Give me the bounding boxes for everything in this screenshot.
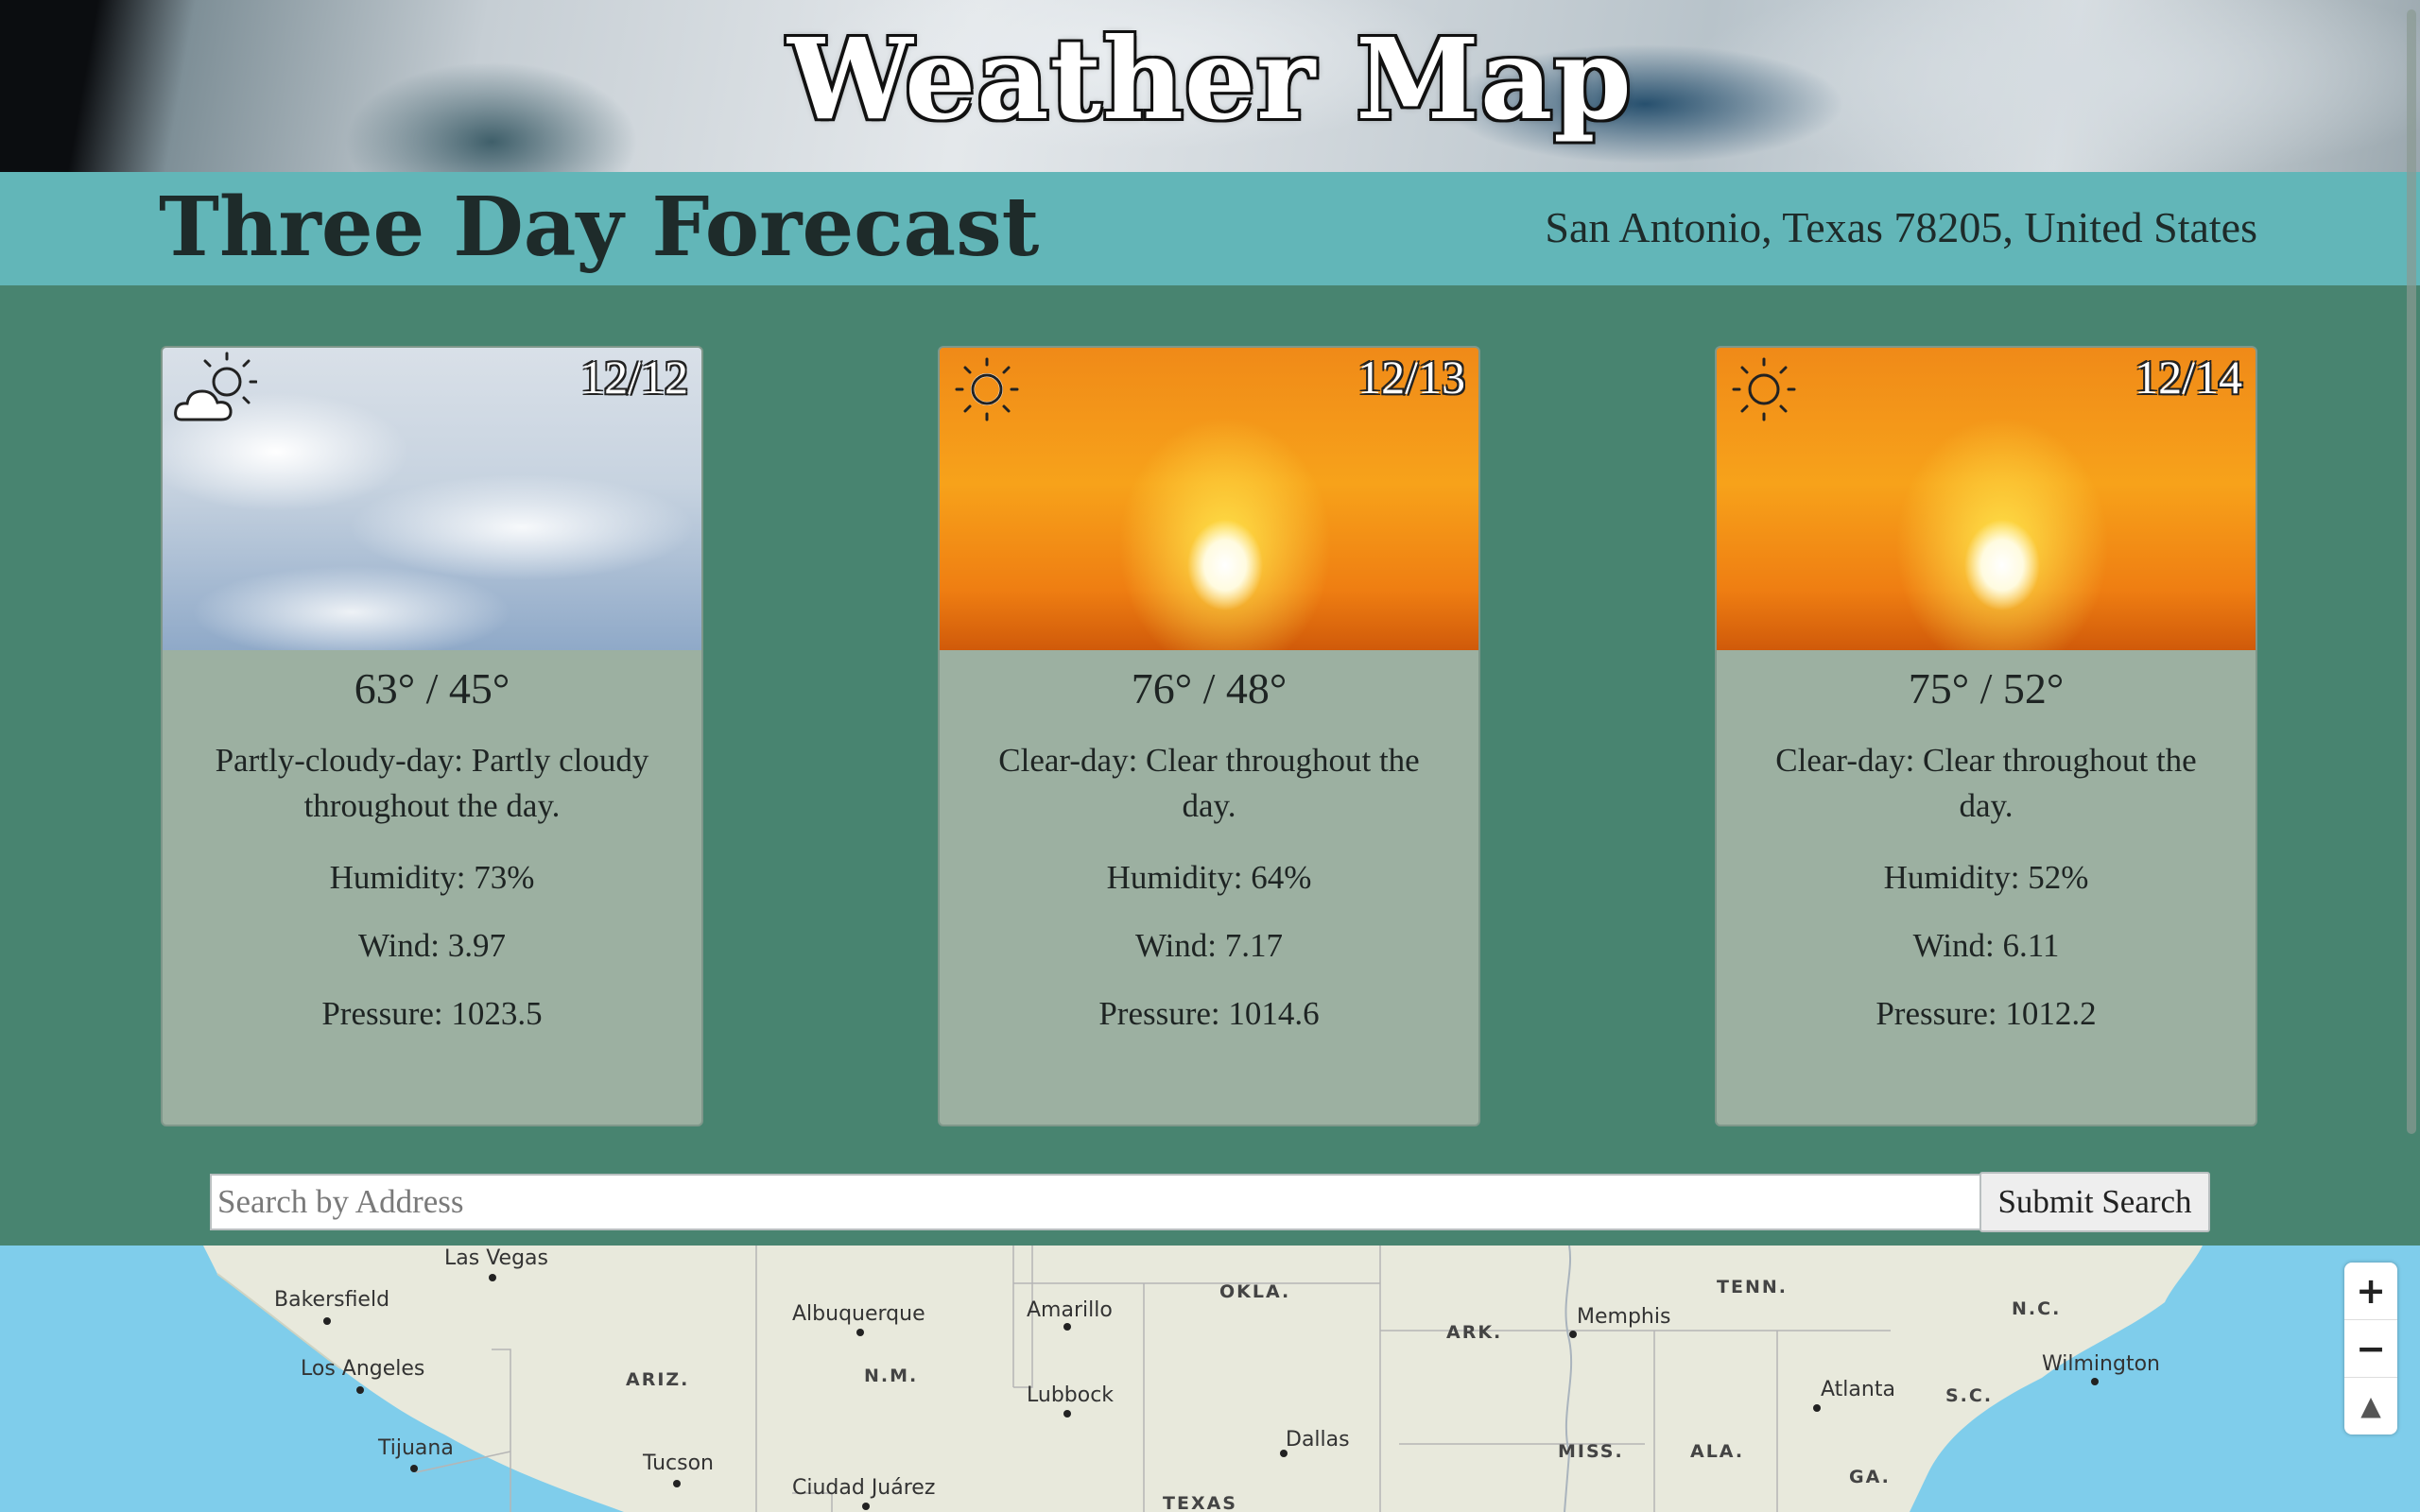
clear-day-icon [955,357,1019,421]
scrollbar-thumb[interactable] [2407,9,2416,1134]
map-state-label: ALA. [1690,1441,1745,1462]
submit-search-button[interactable]: Submit Search [1979,1172,2210,1232]
weather-summary: Clear-day: Clear throughout the day. [998,742,1420,824]
temperature-range: 76° / 48° [1131,664,1288,713]
map-city-label: Lubbock [1027,1383,1115,1407]
map-state-label: TEXAS [1163,1493,1237,1512]
wind-value: Wind: 3.97 [357,927,507,964]
humidity-value: Humidity: 52% [1883,859,2089,896]
weather-image-sunny: 12/14 [1717,348,2256,650]
pressure-value: Pressure: 1023.5 [321,995,543,1032]
zoom-in-button[interactable]: + [2344,1263,2397,1320]
zoom-out-button[interactable]: − [2344,1320,2397,1378]
page-scrollbar[interactable] [2405,0,2418,1246]
map-state-label: N.M. [864,1366,919,1386]
forecast-card-day-3: 12/14 75° / 52° Clear-day: Clear through… [1715,346,2257,1126]
map-city-label: Albuquerque [792,1302,925,1326]
weather-summary: Partly-cloudy-day: Partly cloudy through… [215,742,649,824]
map-state-label: S.C. [1945,1385,1994,1406]
map-city-label: Tijuana [378,1436,454,1460]
wind-value: Wind: 7.17 [1134,927,1284,964]
map-view[interactable]: Las Vegas Bakersfield Los Angeles Tijuan… [0,1246,2420,1512]
app-title: Weather Map [787,13,1633,145]
pressure-value: Pressure: 1012.2 [1876,995,2097,1032]
map-state-label: MISS. [1558,1441,1624,1462]
humidity-value: Humidity: 64% [1106,859,1312,896]
map-state-label: OKLA. [1219,1281,1291,1302]
map-zoom-control: + − ▲ [2344,1263,2397,1435]
map-city-label: Memphis [1577,1305,1671,1329]
map-city-label: Ciudad Juárez [792,1476,936,1500]
temperature-range: 75° / 52° [1908,664,2065,713]
header-banner: Weather Map [0,0,2420,172]
map-state-label: N.C. [2012,1298,2062,1319]
weather-image-sunny: 12/13 [940,348,1478,650]
map-city-label: Tucson [643,1452,715,1475]
map-state-label: TENN. [1717,1277,1788,1297]
compass-reset-button[interactable]: ▲ [2344,1378,2397,1435]
map-city-label: Dallas [1286,1428,1350,1452]
map-city-label: Las Vegas [444,1246,548,1270]
forecast-date: 12/13 [1357,351,1465,404]
temperature-range: 63° / 45° [354,664,510,713]
map-city-label: Atlanta [1821,1378,1895,1401]
forecast-header: Three Day Forecast San Antonio, Texas 78… [0,172,2420,285]
map-city-label: Amarillo [1027,1298,1113,1322]
forecast-card-day-2: 12/13 76° / 48° Clear-day: Clear through… [938,346,1480,1126]
forecast-date: 12/14 [2135,351,2242,404]
search-input[interactable] [210,1174,1981,1230]
page-title: Three Day Forecast [159,180,1040,275]
clear-day-icon [1732,357,1796,421]
map-city-label: Wilmington [2042,1352,2160,1376]
partly-cloudy-day-icon [174,352,257,421]
compass-icon: ▲ [2360,1390,2381,1421]
map-state-label: ARIZ. [626,1369,690,1390]
map-city-label: Bakersfield [274,1288,390,1312]
map-state-label: GA. [1849,1467,1891,1487]
map-city-label: Los Angeles [301,1357,425,1381]
forecast-card-day-1: 12/12 63° / 45° Partly-cloudy-day: Partl… [161,346,703,1126]
forecast-date: 12/12 [580,351,688,404]
pressure-value: Pressure: 1014.6 [1098,995,1320,1032]
location-label: San Antonio, Texas 78205, United States [1545,203,2257,251]
wind-value: Wind: 6.11 [1912,927,2060,964]
humidity-value: Humidity: 73% [329,859,535,896]
weather-summary: Clear-day: Clear throughout the day. [1775,742,2197,824]
map-state-label: ARK. [1446,1322,1503,1343]
weather-image-cloudy: 12/12 [163,348,701,650]
